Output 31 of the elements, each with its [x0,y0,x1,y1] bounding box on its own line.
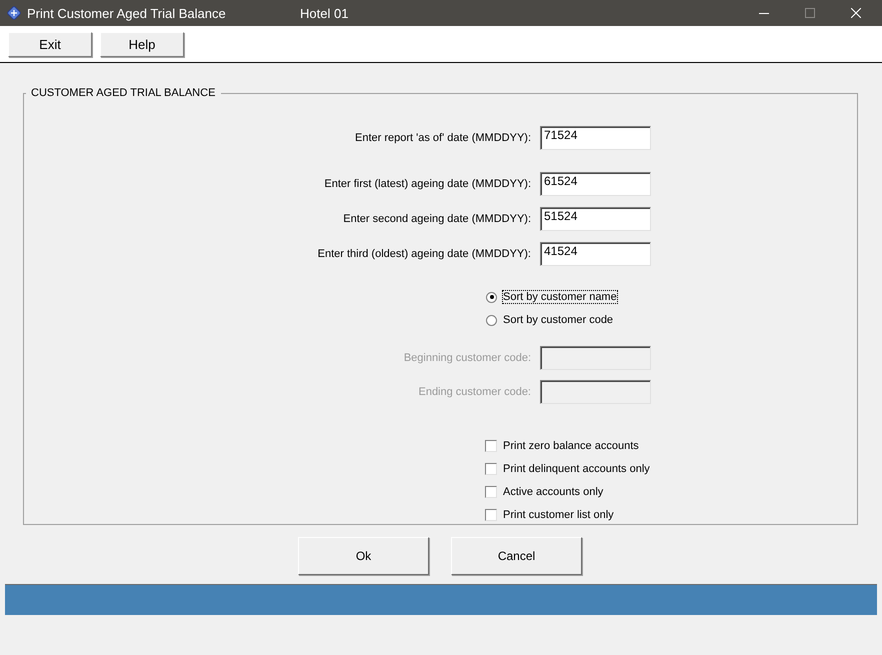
field-label: Ending customer code: [418,386,531,398]
field-label: Enter report 'as of' date (MMDDYY): [355,132,531,144]
cancel-button[interactable]: Cancel [451,537,582,575]
checkbox-label: Print customer list only [503,509,614,521]
checkbox[interactable] [485,463,497,475]
date-field[interactable]: 41524 [540,242,651,266]
close-icon[interactable] [851,8,861,18]
help-button[interactable]: Help [100,32,184,56]
radio-button[interactable] [486,292,497,302]
date-field[interactable]: 51524 [540,207,651,231]
exit-button[interactable]: Exit [8,32,92,56]
radio-label: Sort by customer name [503,291,617,303]
date-field[interactable]: 71524 [540,126,651,150]
radio-label: Sort by customer code [503,314,614,326]
checkbox-label: Print delinquent accounts only [503,463,650,475]
field-label: Enter second ageing date (MMDDYY): [343,213,531,225]
checkbox[interactable] [485,440,497,452]
field-label: Enter first (latest) ageing date (MMDDYY): [324,178,531,190]
field-label: Enter third (oldest) ageing date (MMDDYY): [318,248,531,260]
radio-button[interactable] [486,314,497,326]
ok-button[interactable]: Ok [298,537,429,575]
checkbox[interactable] [485,509,497,521]
checkbox[interactable] [485,486,497,498]
group-title: CUSTOMER AGED TRIAL BALANCE [30,87,216,99]
checkbox-label: Print zero balance accounts [503,440,639,452]
field-label: Beginning customer code: [404,352,531,364]
window-title: Print Customer Aged Trial Balance [27,6,227,20]
maximize-icon[interactable] [805,8,815,18]
window-subtitle: Hotel 01 [300,6,348,20]
checkbox-label: Active accounts only [503,486,604,498]
date-field[interactable]: 61524 [540,172,651,196]
